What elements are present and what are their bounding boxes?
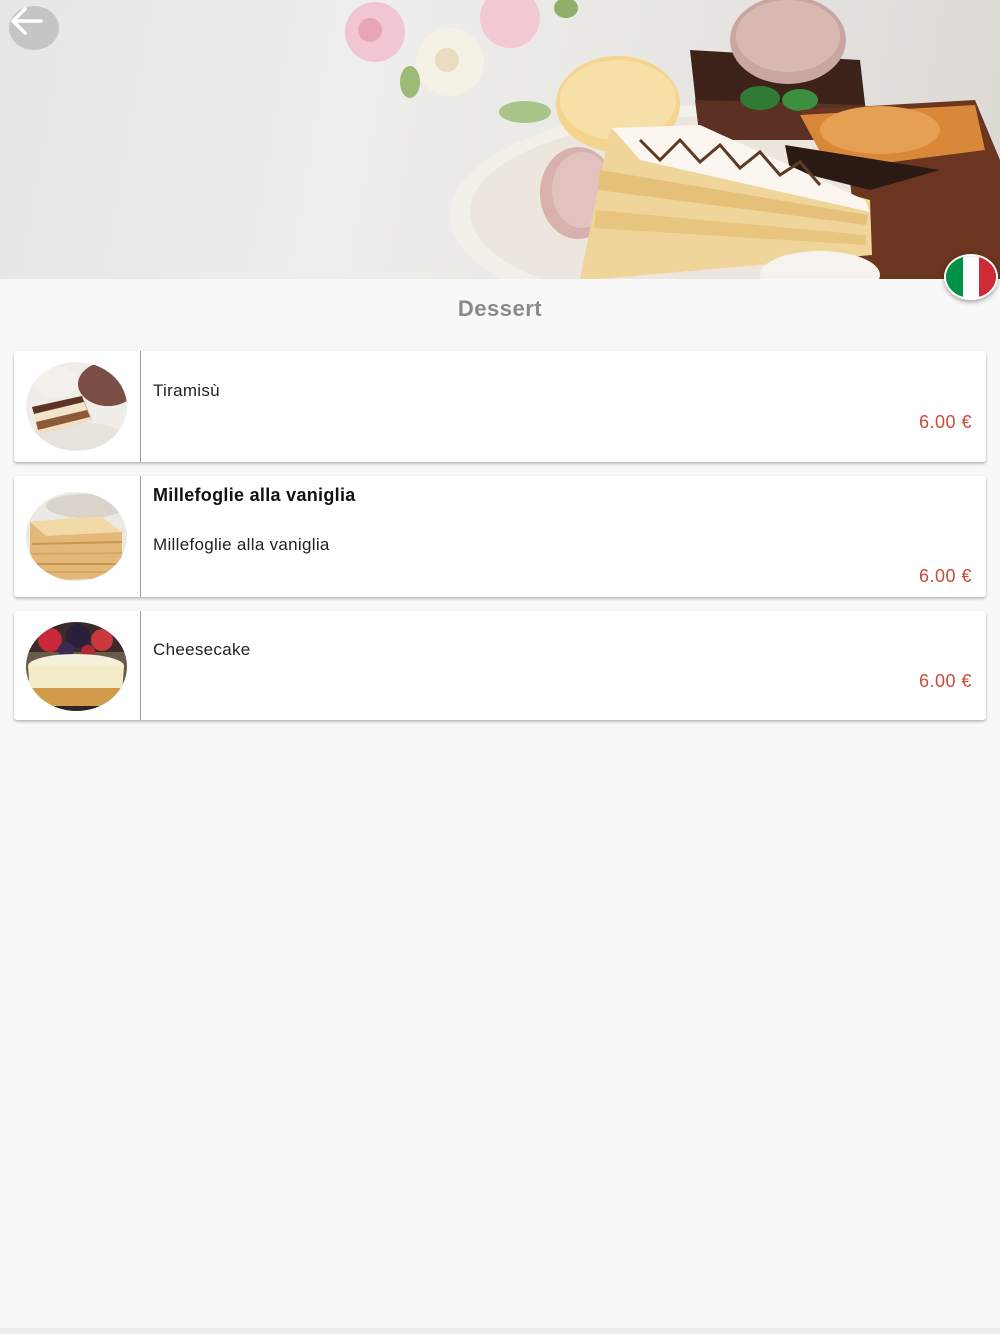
cheesecake-image — [26, 622, 127, 711]
arrow-left-icon — [11, 7, 43, 35]
dessert-plate-illustration — [345, 0, 1000, 279]
menu-item-millefoglie[interactable]: Millefoglie alla vaniglia Millefoglie al… — [14, 476, 986, 597]
tiramisu-image — [26, 362, 127, 451]
item-price: 6.00 € — [918, 671, 972, 691]
menu-item-tiramisu[interactable]: Tiramisù 6.00 € — [14, 351, 986, 462]
thumbnail-cell — [14, 476, 141, 597]
menu-item-cheesecake[interactable]: Cheesecake 6.00 € — [14, 611, 986, 720]
language-flag-button[interactable] — [944, 254, 998, 300]
item-description: Millefoglie alla vaniglia — [153, 535, 330, 554]
item-price: 6.00 € — [918, 412, 972, 432]
italy-flag-icon-white — [962, 256, 980, 298]
thumbnail-cell — [14, 611, 141, 720]
italy-flag-icon-green — [946, 256, 963, 298]
item-name: Cheesecake — [153, 640, 251, 659]
header-banner-image — [0, 0, 1000, 279]
bottom-divider — [0, 1328, 1000, 1334]
page-title: Dessert — [457, 296, 543, 321]
item-price: 6.00 € — [918, 566, 972, 586]
item-name: Millefoglie alla vaniglia — [153, 485, 356, 505]
millefoglie-image — [26, 492, 127, 581]
item-name: Tiramisù — [153, 381, 220, 400]
back-button[interactable] — [9, 6, 59, 50]
thumbnail-cell — [14, 351, 141, 462]
